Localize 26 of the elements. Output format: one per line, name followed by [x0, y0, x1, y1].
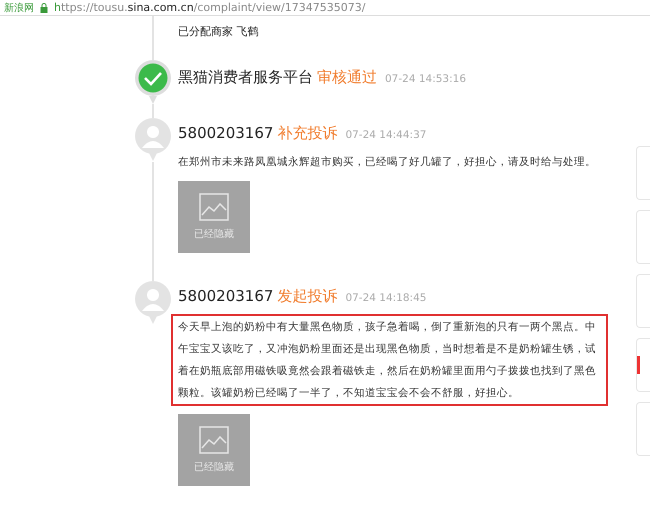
- complaint-text: 今天早上泡的奶粉中有大量黑色物质，孩子急着喝，倒了重新泡的只有一两个黑点。中午宝宝又该吃了，又冲泡奶粉里面还是出现黑色物质，当时想着是不是奶粉罐生锈，试着在奶瓶底部用磁铁吸竟然会跟着磁铁走，然后在奶粉罐里面用勺子拨拨也找到了黑色颗粒。该罐奶粉已经喝了一半了，不知道宝宝会不会不舒服，好担心。: [171, 314, 608, 406]
- assignment-note: 已分配商家 飞鹤: [178, 24, 260, 39]
- author-name: 5800203167: [178, 124, 274, 142]
- accent-marker: [637, 356, 640, 374]
- hidden-image-placeholder[interactable]: 已经隐藏: [178, 414, 250, 486]
- address-url[interactable]: https://tousu.sina.com.cn/complaint/view/17347535073/: [54, 1, 366, 14]
- side-card: [636, 210, 650, 264]
- site-name: 新浪网: [4, 2, 34, 14]
- action-label: 发起投诉: [277, 287, 338, 306]
- side-card: [636, 274, 650, 328]
- action-label: 审核通过: [317, 68, 377, 87]
- image-icon: [199, 426, 229, 454]
- author-name: 5800203167: [178, 287, 274, 305]
- hidden-label: 已经隐藏: [194, 460, 234, 474]
- complaint-text: 在郑州市未来路凤凰城永辉超市购买，已经喝了好几罐了，好担心，请及时给与处理。: [178, 155, 597, 170]
- hidden-image-placeholder[interactable]: 已经隐藏: [178, 181, 250, 253]
- lock-icon: [40, 2, 48, 12]
- action-label: 补充投诉: [277, 124, 338, 143]
- timestamp: 07-24 14:53:16: [385, 73, 466, 85]
- hidden-label: 已经隐藏: [194, 228, 234, 241]
- timestamp: 07-24 14:44:37: [345, 129, 426, 141]
- timestamp: 07-24 14:18:45: [345, 292, 426, 304]
- side-card: [636, 402, 650, 456]
- author-name: 黑猫消费者服务平台: [178, 68, 313, 87]
- image-icon: [199, 193, 229, 221]
- side-card: [636, 146, 650, 200]
